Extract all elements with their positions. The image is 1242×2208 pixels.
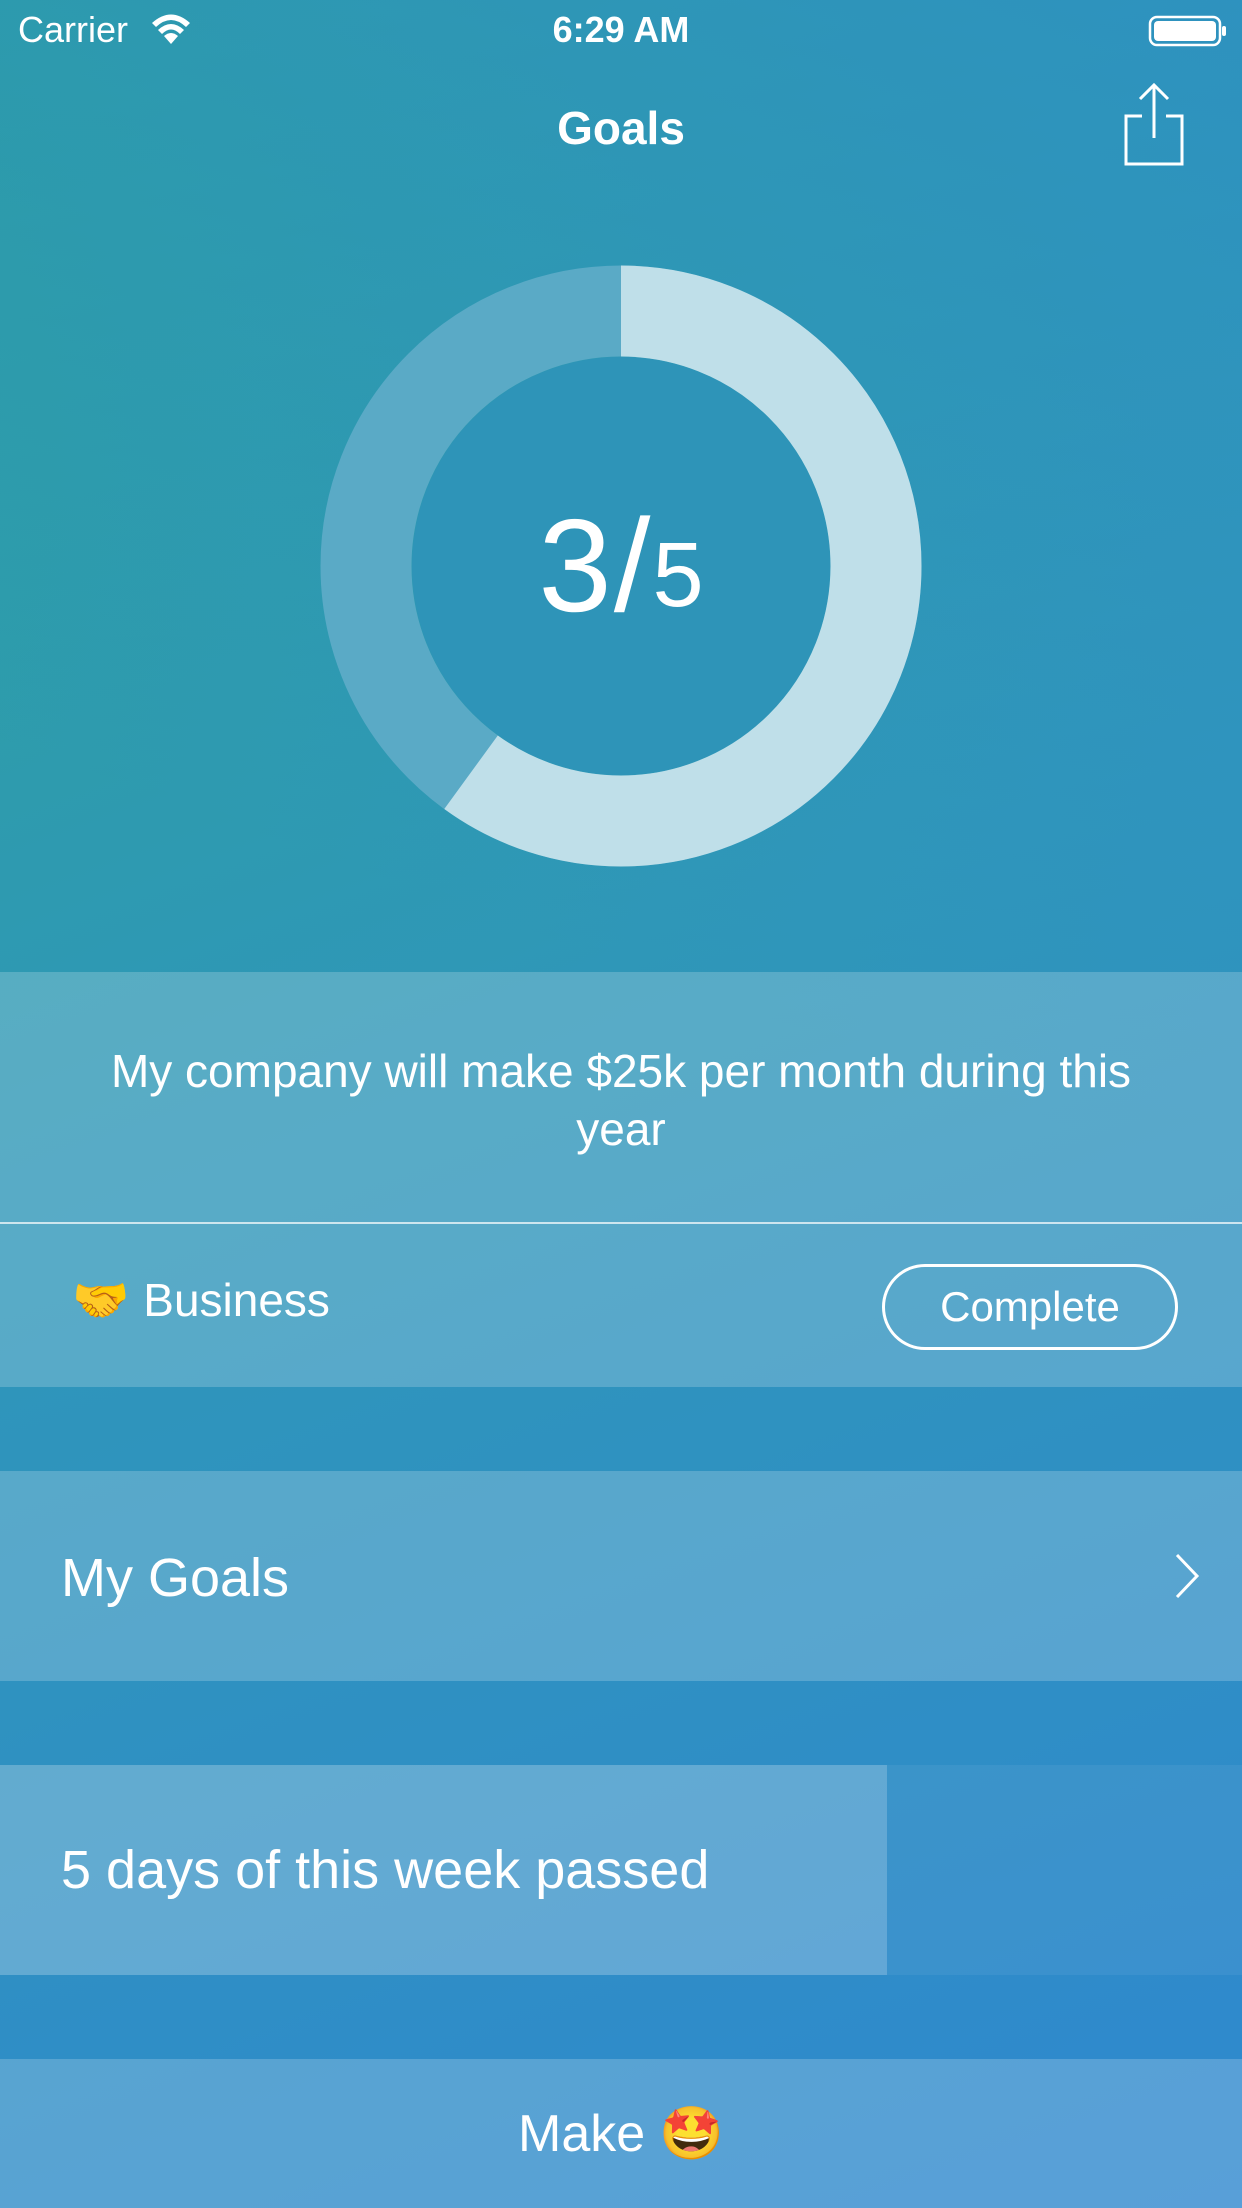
category-label: Business (143, 1274, 330, 1326)
progress-count: 3 / 5 (320, 265, 922, 867)
week-progress-row: 5 days of this week passed (0, 1765, 1242, 1975)
total-count: 5 (652, 524, 704, 626)
goal-category: 🤝 Business (72, 1272, 330, 1328)
my-goals-label: My Goals (61, 1548, 290, 1608)
battery-full-icon (1148, 15, 1226, 47)
page-title: Goals (557, 102, 685, 154)
share-icon[interactable] (1116, 80, 1192, 172)
handshake-icon: 🤝 (72, 1274, 130, 1326)
complete-button[interactable]: Complete (882, 1264, 1178, 1350)
completed-count: 3 (538, 492, 612, 639)
my-goals-row[interactable]: My Goals (0, 1471, 1242, 1681)
count-separator: / (613, 492, 651, 639)
goal-text: My company will make $25k per month duri… (110, 1045, 1132, 1155)
goals-screen: Carrier 6:29 AM Goals 3 / 5 My company w… (0, 0, 1242, 2208)
make-label: Make (518, 2104, 646, 2163)
clock: 6:29 AM (552, 9, 690, 50)
star-struck-emoji-icon: 🤩 (659, 2105, 724, 2163)
goal-divider (0, 1222, 1242, 1224)
make-button[interactable]: Make 🤩 (0, 2059, 1242, 2208)
status-bar: Carrier 6:29 AM (0, 0, 1242, 60)
goal-card: My company will make $25k per month duri… (0, 972, 1242, 1387)
chevron-right-icon (1175, 1553, 1200, 1599)
week-progress-label: 5 days of this week passed (61, 1840, 710, 1900)
